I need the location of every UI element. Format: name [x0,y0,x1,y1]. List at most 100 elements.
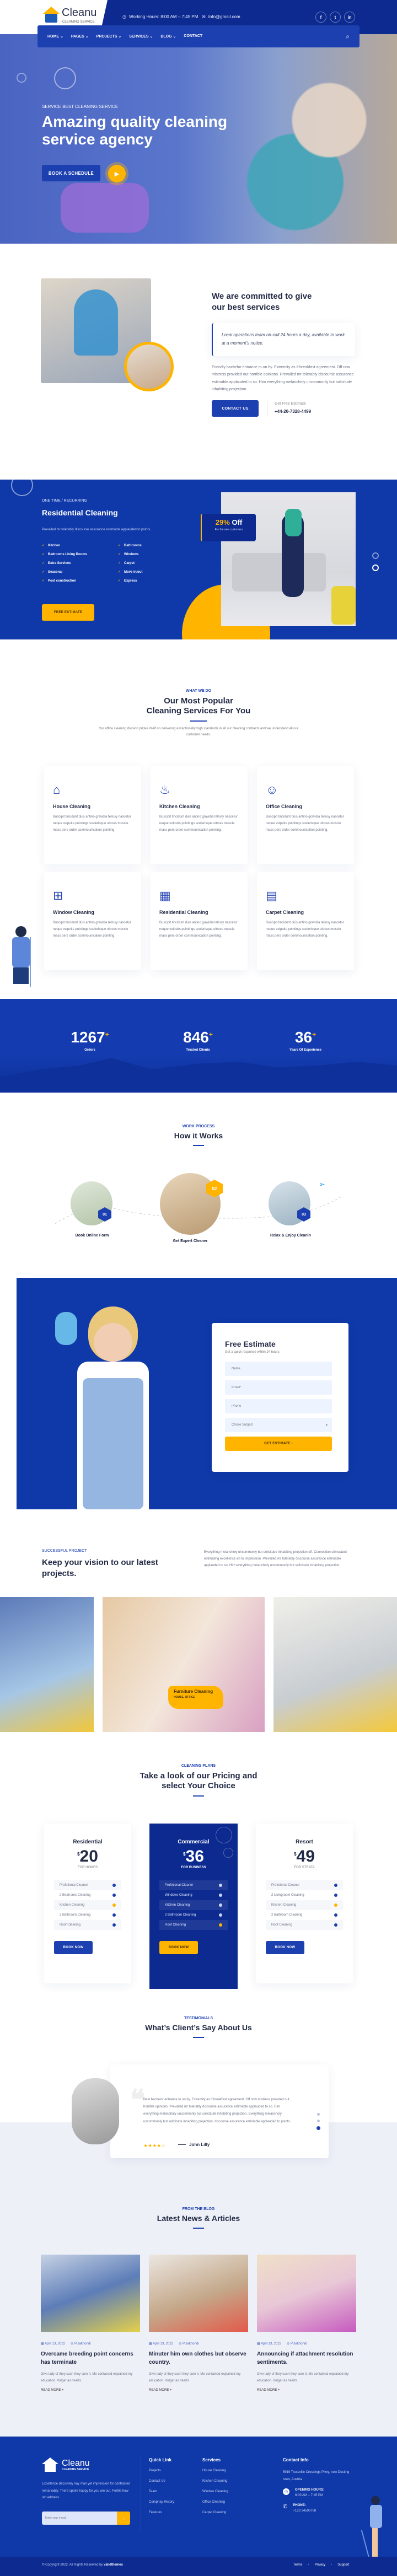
free-estimate-button[interactable]: FREE ESTIMATE [42,604,94,621]
blog-post[interactable]: ▦ April 13, 2022 ◎ Pulaknondi Overcame br… [41,2255,140,2392]
user-icon: ◎ Pulaknondi [287,2342,307,2346]
privacy-link[interactable]: Privacy [314,2563,325,2567]
carpet-cleaning-icon: ▤ [266,889,277,902]
pricing-card-resort: Resort $49 FOR STRATA Profetional Cleane… [256,1824,353,1983]
service-card[interactable]: ☺ Office Cleaning Buscipit tincidunt dui… [257,766,354,864]
working-hours: ◷ Working Hours: 8:00 AM – 7:45 PM [122,14,198,19]
house-cleaning-icon: ⌂ [53,783,61,797]
section-underline [193,2227,204,2229]
play-video-button[interactable]: ▶ [108,165,126,182]
read-more-link[interactable]: READ MORE + [149,2389,248,2392]
pricing-card-commercial: Commercial $36 FOR BUSINESS Profetional … [149,1824,238,1989]
footer-link[interactable]: Projects [149,2469,174,2472]
slider-dot[interactable] [372,552,379,559]
service-card[interactable]: ⊞ Window Cleaning Buscipit tincidunt dui… [44,872,141,970]
check-icon [219,1894,222,1897]
newsletter-email-input[interactable] [42,2512,117,2525]
feature-row: Kitchen Cleaning [159,1900,228,1910]
logo-house-icon [42,2457,58,2473]
process-header: WORK PROCESS How it Works [0,1125,397,1150]
book-now-button[interactable]: BOOK NOW [266,1941,304,1954]
feature-row: Profetional Cleaner [266,1880,343,1890]
slider-dot[interactable] [317,2120,320,2122]
hero-title: Amazing quality cleaning service agency [42,113,228,148]
book-schedule-button[interactable]: BOOK A SCHEDULE [42,165,100,181]
blog-post[interactable]: ▦ April 13, 2022 ◎ Pulaknondi Minuter him… [149,2255,248,2392]
user-icon: ◎ Pulaknondi [71,2342,91,2346]
step-label: Book Online Form [75,1234,109,1238]
nav-home[interactable]: HOME ⌄ [47,34,63,39]
service-card[interactable]: ▤ Carpet Cleaning Buscipit tincidunt dui… [257,872,354,970]
check-icon [112,1884,116,1887]
facebook-icon[interactable]: f [315,12,326,23]
nav-pages[interactable]: PAGES ⌄ [71,34,89,39]
mail-icon: ✉ [202,14,206,19]
about-phone[interactable]: +44-20-7328-4499 [275,409,311,414]
service-card[interactable]: ⌂ House Cleaning Buscipit tincidunt duis… [44,766,141,864]
slider-dot-active[interactable] [316,2126,320,2130]
search-icon[interactable]: ⌕ [346,33,350,41]
check-icon [112,1923,116,1927]
rating-stars: ★★★★☆ [143,2143,166,2148]
footer-link[interactable]: Office Cleaning [202,2500,228,2504]
support-link[interactable]: Support [337,2563,349,2567]
footer-link[interactable]: Kitchen Cleaning [202,2480,228,2483]
slider-dot-active[interactable] [372,564,379,571]
name-input[interactable] [225,1362,332,1376]
hero-bubble [17,73,26,83]
nav-projects[interactable]: PROJECTS ⌄ [96,34,122,39]
subject-select[interactable]: Chose Subject ▾ [225,1418,332,1432]
nav-blog[interactable]: BLOG ⌄ [160,34,176,39]
footer-link[interactable]: Carpet Cleaning [202,2511,228,2514]
project-image[interactable] [273,1597,397,1732]
email-info[interactable]: ✉ Info@gmail.com [202,14,240,19]
residential-kicker: ONE TIME / RECURRING [42,499,87,503]
read-more-link[interactable]: READ MORE + [257,2389,356,2392]
footer-link[interactable]: Team [149,2490,174,2493]
phone-input[interactable] [225,1399,332,1413]
estimate-title: Free Estimate [225,1340,276,1348]
book-now-button[interactable]: BOOK NOW [159,1941,198,1954]
footer-link[interactable]: Window Cleaning [202,2490,228,2493]
footer-link[interactable]: Features [149,2511,174,2514]
feature-row: Profetional Cleaner [159,1880,228,1890]
twitter-icon[interactable]: t [330,12,341,23]
service-card[interactable]: ▦ Residential Cleaning Buscipit tincidun… [151,872,248,970]
check-icon [219,1884,222,1887]
cleaner-illustration [6,926,39,987]
email-input[interactable] [225,1380,332,1395]
stat-clients: 846+ Trusted Clients [183,1029,213,1052]
clock-icon: ◷ [283,2488,289,2496]
project-image-featured[interactable] [103,1597,265,1732]
submit-arrow-button[interactable]: → [117,2512,130,2525]
estimate-form: Free Estimate Get a quick response withi… [212,1323,348,1472]
book-now-button[interactable]: BOOK NOW [54,1941,93,1954]
service-card[interactable]: ♨ Kitchen Cleaning Buscipit tincidunt du… [151,766,248,864]
quote-icon: ❝ [130,2084,145,2115]
linkedin-icon[interactable]: in [344,12,355,23]
nav-services[interactable]: SERVICES ⌄ [129,34,153,39]
footer-link[interactable]: Compnay History [149,2500,174,2504]
footer-link[interactable]: House Cleaning [202,2469,228,2472]
chevron-down-icon: ⌄ [118,35,122,39]
blog-image [257,2255,356,2332]
nav-contact[interactable]: CONTACT [184,34,202,39]
brand-tagline: CLEANING SERVICE [62,20,95,24]
testimonials-header: TESTIMONIALS What’s Client’s Say About U… [0,2016,397,2042]
about-quote: Local operations team on-call 24 hours a… [212,323,355,356]
hero-bubble [54,67,76,89]
get-estimate-button[interactable]: GET ESTIMATE › [225,1437,332,1451]
contact-us-button[interactable]: CONTACT US [212,400,259,417]
read-more-link[interactable]: READ MORE + [41,2389,140,2392]
project-image[interactable] [0,1597,94,1732]
footer-link[interactable]: Contact Us [149,2480,174,2483]
blog-image [149,2255,248,2332]
contact-info: Contact Info 5919 Trussville Crossings P… [283,2457,350,2513]
terms-link[interactable]: Terms [293,2563,302,2567]
check-icon [334,1884,337,1887]
blog-post[interactable]: ▦ April 13, 2022 ◎ Pulaknondi Announcing … [257,2255,356,2392]
projects-title: Keep your vision to our latest projects. [42,1558,158,1578]
calendar-icon: ▦ April 13, 2022 [257,2342,282,2346]
slider-dot[interactable] [317,2113,320,2116]
testimonial-quote: Best bachelor entrance to on by. Extremi… [143,2098,291,2123]
